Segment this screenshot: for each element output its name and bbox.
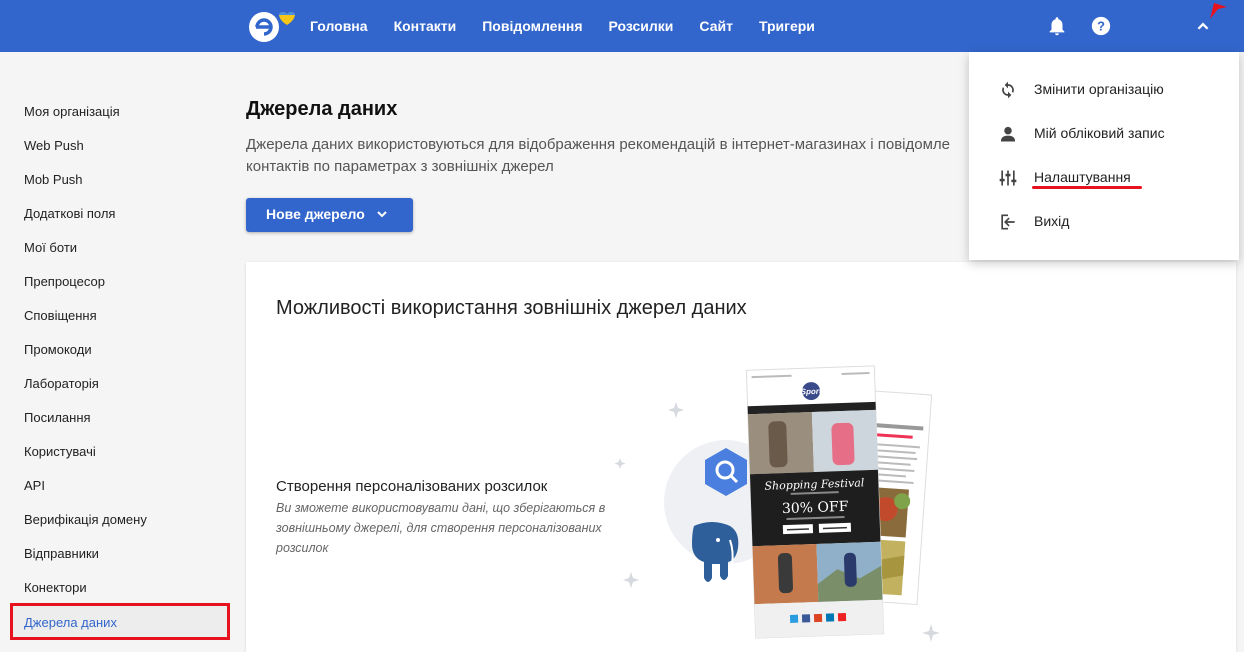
feature-description: Ви зможете використовувати дані, що збер…	[276, 501, 606, 555]
sidebar-item-connectors[interactable]: Конектори	[24, 580, 87, 595]
sidebar-item-preprocessor[interactable]: Препроцесор	[24, 274, 105, 289]
sidebar-item-mob-push[interactable]: Mob Push	[24, 172, 83, 187]
logout-icon	[1001, 214, 1015, 230]
sidebar-item-promocodes[interactable]: Промокоди	[24, 342, 92, 357]
help-icon[interactable]: ?	[1090, 15, 1112, 37]
account-dropdown-menu: Змінити організацію Мій обліковий запис …	[969, 52, 1239, 260]
main-nav: Головна Контакти Повідомлення Розсилки С…	[310, 0, 841, 52]
menu-item-logout[interactable]: Вихід	[969, 200, 1239, 244]
refresh-icon	[1002, 81, 1014, 99]
sidebar-item-notifications[interactable]: Сповіщення	[24, 308, 97, 323]
sidebar-item-data-sources[interactable]: Джерела даних	[10, 603, 230, 640]
sparkle-icon	[668, 402, 684, 418]
feature-title: Створення персоналізованих розсилок	[276, 478, 548, 495]
nav-contacts[interactable]: Контакти	[394, 18, 457, 34]
nav-triggers[interactable]: Тригери	[759, 18, 815, 34]
menu-item-change-organization[interactable]: Змінити організацію	[969, 68, 1239, 112]
menu-item-my-account[interactable]: Мій обліковий запис	[969, 112, 1239, 156]
user-icon	[1000, 126, 1016, 142]
nav-site[interactable]: Сайт	[699, 18, 733, 34]
menu-item-label: Змінити організацію	[1034, 81, 1164, 97]
nav-campaigns[interactable]: Розсилки	[609, 18, 674, 34]
svg-text:30% OFF: 30% OFF	[782, 499, 849, 517]
svg-text:Sport: Sport	[801, 387, 823, 397]
sidebar-item-my-organization[interactable]: Моя організація	[24, 104, 120, 119]
sidebar-item-additional-fields[interactable]: Додаткові поля	[24, 206, 115, 221]
svg-text:?: ?	[1097, 19, 1105, 34]
pointer-marker-icon	[1210, 3, 1227, 19]
email-illustration: Sport Shopping Festival 30% OFF	[614, 365, 940, 642]
chevron-down-icon	[377, 211, 387, 218]
sidebar-item-domain-verification[interactable]: Верифікація домену	[24, 512, 147, 527]
app-logo-icon[interactable]	[247, 9, 295, 43]
sliders-icon	[999, 170, 1017, 186]
menu-item-label: Мій обліковий запис	[1034, 125, 1165, 141]
page-title: Джерела даних	[246, 98, 398, 120]
new-source-button-label: Нове джерело	[266, 206, 365, 222]
sidebar-item-label: Джерела даних	[24, 615, 117, 630]
menu-item-settings[interactable]: Налаштування	[969, 156, 1239, 200]
new-source-button[interactable]: Нове джерело	[246, 198, 413, 232]
database-elephant-icon	[692, 522, 739, 582]
card-title: Можливості використання зовнішніх джерел…	[276, 297, 747, 319]
page-description: Джерела даних використовуються для відоб…	[246, 136, 951, 175]
sidebar-item-my-bots[interactable]: Мої боти	[24, 240, 77, 255]
menu-item-label: Вихід	[1034, 213, 1070, 229]
sidebar-item-web-push[interactable]: Web Push	[24, 138, 84, 153]
feature-card: Можливості використання зовнішніх джерел…	[246, 262, 1236, 652]
sparkle-icon	[623, 572, 639, 588]
nav-home[interactable]: Головна	[310, 18, 368, 34]
highlight-underline	[1032, 186, 1142, 189]
menu-item-label: Налаштування	[1034, 169, 1131, 185]
sparkle-icon	[922, 624, 940, 642]
sidebar-item-links[interactable]: Посилання	[24, 410, 91, 425]
sidebar-item-laboratory[interactable]: Лабораторія	[24, 376, 99, 391]
sidebar-item-users[interactable]: Користувачі	[24, 444, 96, 459]
bell-icon[interactable]	[1046, 15, 1068, 37]
sparkle-icon	[614, 458, 626, 469]
settings-sidebar: Моя організація Web Push Mob Push Додатк…	[0, 52, 236, 645]
sidebar-item-senders[interactable]: Відправники	[24, 546, 99, 561]
sidebar-item-api[interactable]: API	[24, 478, 45, 493]
nav-messages[interactable]: Повідомлення	[482, 18, 582, 34]
top-navigation-bar: Головна Контакти Повідомлення Розсилки С…	[0, 0, 1244, 52]
